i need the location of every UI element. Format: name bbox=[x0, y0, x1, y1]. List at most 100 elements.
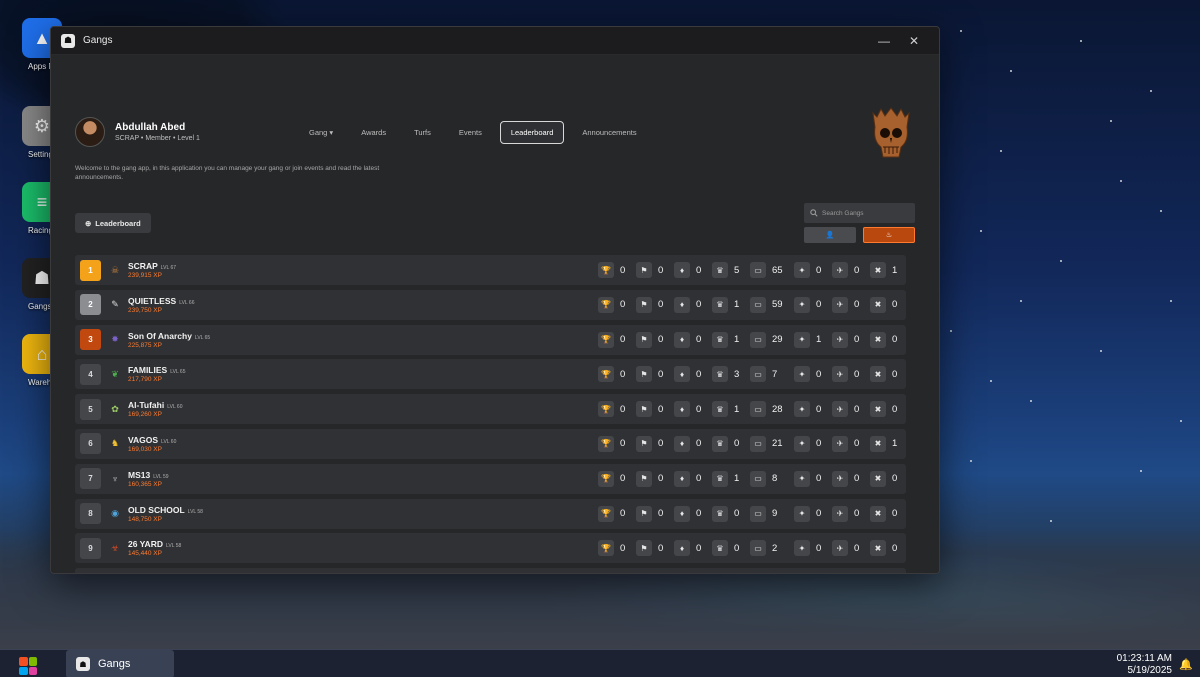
gang-stats: 🏆 0 ⚑ 0 ♦ 0 ♛ 3 ▭ 7 ✦ 0 ✈ 0 ✖ 0 bbox=[592, 359, 902, 389]
tab-announcements[interactable]: Announcements bbox=[572, 122, 646, 143]
gang-info: FAMILIES LVL 65 217,790 XP bbox=[128, 365, 186, 383]
leaderboard-row[interactable]: 10☬DARKNESSLVL 54123,975 XP🏆0⚑0♦0♛0▭26✦1… bbox=[75, 568, 906, 573]
app-content: Abdullah Abed SCRAP • Member • Level 1 G… bbox=[51, 55, 939, 573]
window-titlebar[interactable]: ☗ Gangs — ✕ bbox=[51, 27, 939, 55]
stat-value: 0 bbox=[854, 299, 860, 311]
stat-trophy: 🏆 0 bbox=[598, 505, 630, 522]
stat-crown: ♛ 0 bbox=[712, 435, 744, 452]
stat-value: 0 bbox=[854, 368, 860, 380]
tab-leaderboard[interactable]: Leaderboard bbox=[499, 121, 565, 144]
stat-value: 0 bbox=[816, 438, 822, 450]
leaderboard-row[interactable]: 8 ◉ OLD SCHOOL LVL 58 148,750 XP 🏆 0 ⚑ 0 ♦ 0 ♛ 0 ▭ 9 ✦ 0… bbox=[75, 498, 906, 529]
stat-crown: ♛ 1 bbox=[712, 470, 744, 487]
stat-value: 0 bbox=[696, 368, 702, 380]
spray-icon: ♦ bbox=[674, 401, 690, 418]
puzzle-icon: ✖ bbox=[870, 470, 886, 487]
stat-trophy: 🏆 0 bbox=[598, 296, 630, 313]
desktop-icon-glyph: ▲ bbox=[33, 27, 51, 48]
stat-value: 0 bbox=[816, 542, 822, 554]
puzzle-icon: ✖ bbox=[870, 296, 886, 313]
plane-icon: ✈ bbox=[832, 366, 848, 383]
gang-level: LVL 59 bbox=[153, 473, 169, 480]
taskbar-gangs-app[interactable]: ☗ Gangs bbox=[66, 650, 174, 677]
search-input[interactable] bbox=[822, 209, 912, 217]
stat-bank: ▭ 7 bbox=[750, 366, 788, 383]
gang-name-line: VAGOS LVL 60 bbox=[128, 435, 176, 445]
player-filter-toggle[interactable]: 👤 bbox=[804, 227, 856, 243]
stat-crown: ♛ 3 bbox=[712, 366, 744, 383]
gang-stats: 🏆 0 ⚑ 0 ♦ 0 ♛ 1 ▭ 28 ✦ 0 ✈ 0 ✖ 0 bbox=[592, 394, 902, 424]
rank-badge: 3 bbox=[80, 329, 101, 351]
spray-icon: ♦ bbox=[674, 505, 690, 522]
plane-icon: ✈ bbox=[832, 505, 848, 522]
leaderboard-button[interactable]: ⊕ Leaderboard bbox=[75, 213, 151, 233]
leaderboard-row[interactable]: 6 ♞ VAGOS LVL 60 169,030 XP 🏆 0 ⚑ 0 ♦ 0 ♛ 0 ▭ 21 ✦ 0 ✈ 0 ✖ 1 bbox=[75, 428, 906, 459]
spray-icon: ♦ bbox=[674, 296, 690, 313]
gang-name: SCRAP bbox=[128, 261, 158, 271]
flag-icon: ⚑ bbox=[636, 470, 652, 487]
taskbar: ☗ Gangs 01:23:11 AM 5/19/2025 🔔 bbox=[0, 649, 1200, 677]
stat-value: 0 bbox=[854, 264, 860, 276]
gang-stats: 🏆 0 ⚑ 0 ♦ 0 ♛ 0 ▭ 9 ✦ 0 ✈ 0 ✖ 0 bbox=[592, 499, 902, 529]
tab-events[interactable]: Events bbox=[449, 122, 492, 143]
leaf-icon: ✦ bbox=[794, 262, 810, 278]
stat-crown: ♛ 1 bbox=[712, 401, 744, 418]
gang-xp: 145,440 XP bbox=[128, 550, 162, 558]
stat-value: 0 bbox=[658, 299, 664, 311]
trophy-icon: 🏆 bbox=[598, 331, 614, 348]
star bbox=[1160, 210, 1162, 212]
star bbox=[960, 30, 962, 32]
star bbox=[1100, 350, 1102, 352]
gang-name: Al-Tufahi bbox=[128, 400, 165, 411]
stat-value: 21 bbox=[772, 438, 783, 450]
leaderboard-row[interactable]: 3 ✸ Son Of Anarchy LVL 65 225,875 XP 🏆 0 ⚑ 0 ♦ 0 ♛ 1… bbox=[75, 324, 906, 355]
leaderboard-row[interactable]: 9 ☣ 26 YARD LVL 58 145,440 XP 🏆 0 ⚑ 0 ♦ 0 ♛ 0 ▭ 2 ✦ 0 ✈ 0 ✖… bbox=[75, 533, 906, 564]
gang-stats: 🏆 0 ⚑ 0 ♦ 0 ♛ 1 ▭ 29 ✦ 1 ✈ 0 ✖ 0 bbox=[592, 325, 902, 355]
stat-puzzle: ✖ 0 bbox=[870, 505, 902, 522]
stat-value: 9 bbox=[772, 508, 778, 520]
tab-turfs[interactable]: Turfs bbox=[404, 122, 441, 143]
crown-icon: ♛ bbox=[712, 401, 728, 418]
spray-icon: ♦ bbox=[674, 435, 690, 452]
leaderboard-row[interactable]: 2 ✎ QUIETLESS LVL 66 239,750 XP 🏆 0 ⚑ 0 ♦ 0 ♛ 1 ▭ 59 ✦ 0… bbox=[75, 289, 906, 320]
stat-bank: ▭ 65 bbox=[750, 262, 788, 278]
stat-value: 1 bbox=[892, 438, 898, 450]
leaderboard-row[interactable]: 5 ✿ Al-Tufahi LVL 60 169,260 XP 🏆 0 ⚑ 0 ♦ 0 ♛ 1 ▭ 28 ✦ 0… bbox=[75, 394, 906, 425]
tab-gang[interactable]: Gang ▾ bbox=[299, 122, 343, 143]
search-icon bbox=[810, 209, 818, 217]
gang-name: OLD SCHOOL bbox=[128, 504, 185, 515]
star bbox=[1000, 150, 1002, 152]
gang-xp: 169,030 XP bbox=[128, 445, 162, 453]
taskbar-app-label: Gangs bbox=[98, 658, 131, 670]
stat-value: 29 bbox=[772, 334, 783, 346]
spray-icon: ♦ bbox=[674, 366, 690, 383]
notification-bell-icon[interactable]: 🔔 bbox=[1179, 658, 1193, 671]
leaderboard-row[interactable]: 1 ☠ SCRAP LVL 67 239,915 XP 🏆 0 ⚑ 0 ♦ 0 ♛ 5 ▭ 65 ✦ 0 ✈ 0 ✖ 1 bbox=[75, 255, 906, 285]
stat-value: 0 bbox=[696, 334, 702, 346]
stat-value: 59 bbox=[772, 299, 783, 311]
star bbox=[1010, 70, 1012, 72]
gang-filter-toggle[interactable]: ♨ bbox=[863, 227, 915, 243]
stat-bank: ▭ 29 bbox=[750, 331, 788, 348]
star bbox=[1080, 40, 1082, 42]
rank-badge: 1 bbox=[80, 259, 101, 281]
start-tile-icon bbox=[28, 657, 37, 666]
bank-icon: ▭ bbox=[750, 540, 766, 557]
close-button[interactable]: ✕ bbox=[899, 34, 929, 48]
stat-bank: ▭ 59 bbox=[750, 296, 788, 313]
gang-xp: 225,875 XP bbox=[128, 341, 162, 349]
leaderboard-row[interactable]: 7 ♆ MS13 LVL 59 160,365 XP 🏆 0 ⚑ 0 ♦ 0 ♛ 1 ▭ 8 ✦ 0 ✈ 0 ✖ 0 bbox=[75, 463, 906, 494]
stat-plane: ✈ 0 bbox=[832, 366, 864, 383]
stat-value: 0 bbox=[620, 368, 626, 380]
tab-awards[interactable]: Awards bbox=[351, 122, 396, 143]
stat-puzzle: ✖ 0 bbox=[870, 366, 902, 383]
stat-value: 0 bbox=[620, 264, 626, 276]
leaderboard-row[interactable]: 4 ❦ FAMILIES LVL 65 217,790 XP 🏆 0 ⚑ 0 ♦ 0 ♛ 3 ▭ 7 ✦ 0 ✈ 0… bbox=[75, 359, 906, 390]
stat-leaf: ✦ 0 bbox=[794, 296, 826, 313]
system-clock[interactable]: 01:23:11 AM 5/19/2025 bbox=[1117, 653, 1172, 677]
minimize-button[interactable]: — bbox=[869, 34, 899, 48]
search-box[interactable] bbox=[804, 203, 915, 223]
stat-value: 0 bbox=[854, 508, 860, 520]
start-button[interactable] bbox=[19, 657, 37, 675]
crown-icon: ♛ bbox=[712, 540, 728, 557]
